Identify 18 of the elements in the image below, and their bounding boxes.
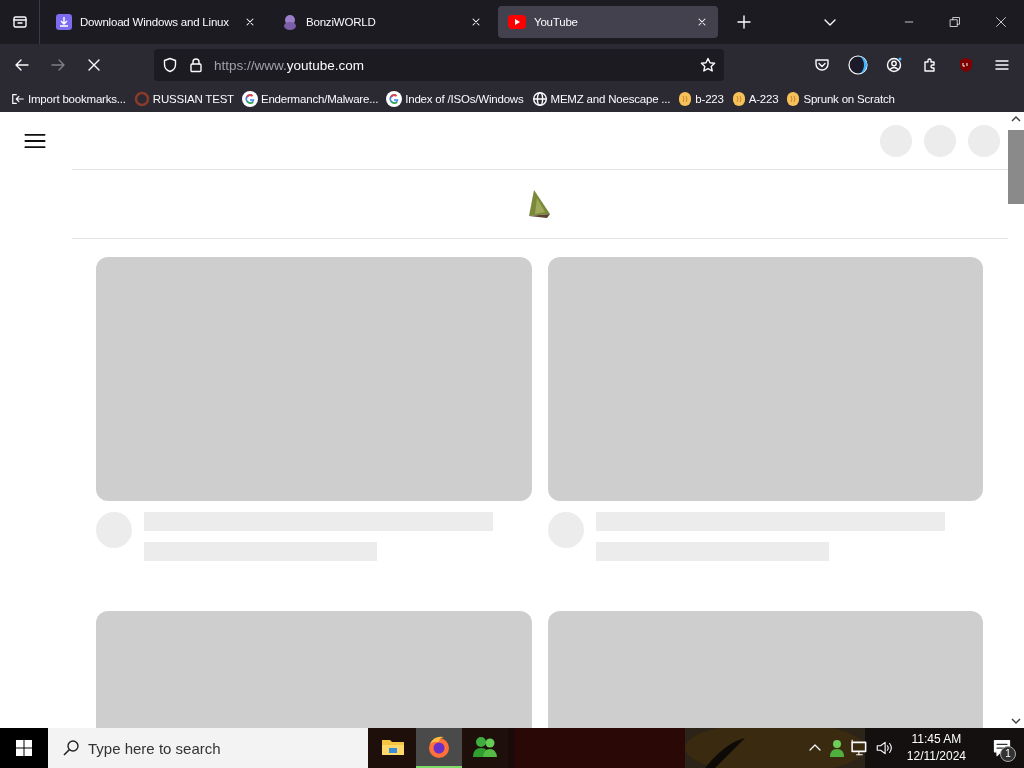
search-field[interactable]: Type here to search xyxy=(48,728,368,768)
bookmark[interactable]: A-223 xyxy=(728,89,782,109)
bookmark[interactable]: b-223 xyxy=(675,89,727,109)
address-bar[interactable]: https://www.youtube.com xyxy=(154,49,724,81)
bookmark[interactable]: Endermanch/Malware... xyxy=(238,89,382,109)
date-text: 12/11/2024 xyxy=(906,748,966,765)
bookmark[interactable]: MEMZ and Noescape ... xyxy=(528,89,674,109)
browser-tab[interactable]: BonziWORLD xyxy=(272,6,492,38)
url-text: https://www.youtube.com xyxy=(214,57,366,73)
browser-tab[interactable]: YouTube xyxy=(498,6,718,38)
bookmark[interactable]: Sprunk on Scratch xyxy=(783,89,898,109)
bookmark[interactable]: RUSSIAN TEST xyxy=(130,89,237,109)
browser-tab[interactable]: Download Windows and Linux xyxy=(46,6,266,38)
bookmark[interactable]: Import bookmarks... xyxy=(8,90,129,108)
clock[interactable]: 11:45 AM 12/11/2024 xyxy=(898,731,974,765)
time-text: 11:45 AM xyxy=(911,731,962,748)
notification-button[interactable]: 1 xyxy=(980,728,1024,768)
bookmark[interactable]: Index of /ISOs/Windows xyxy=(383,89,527,109)
